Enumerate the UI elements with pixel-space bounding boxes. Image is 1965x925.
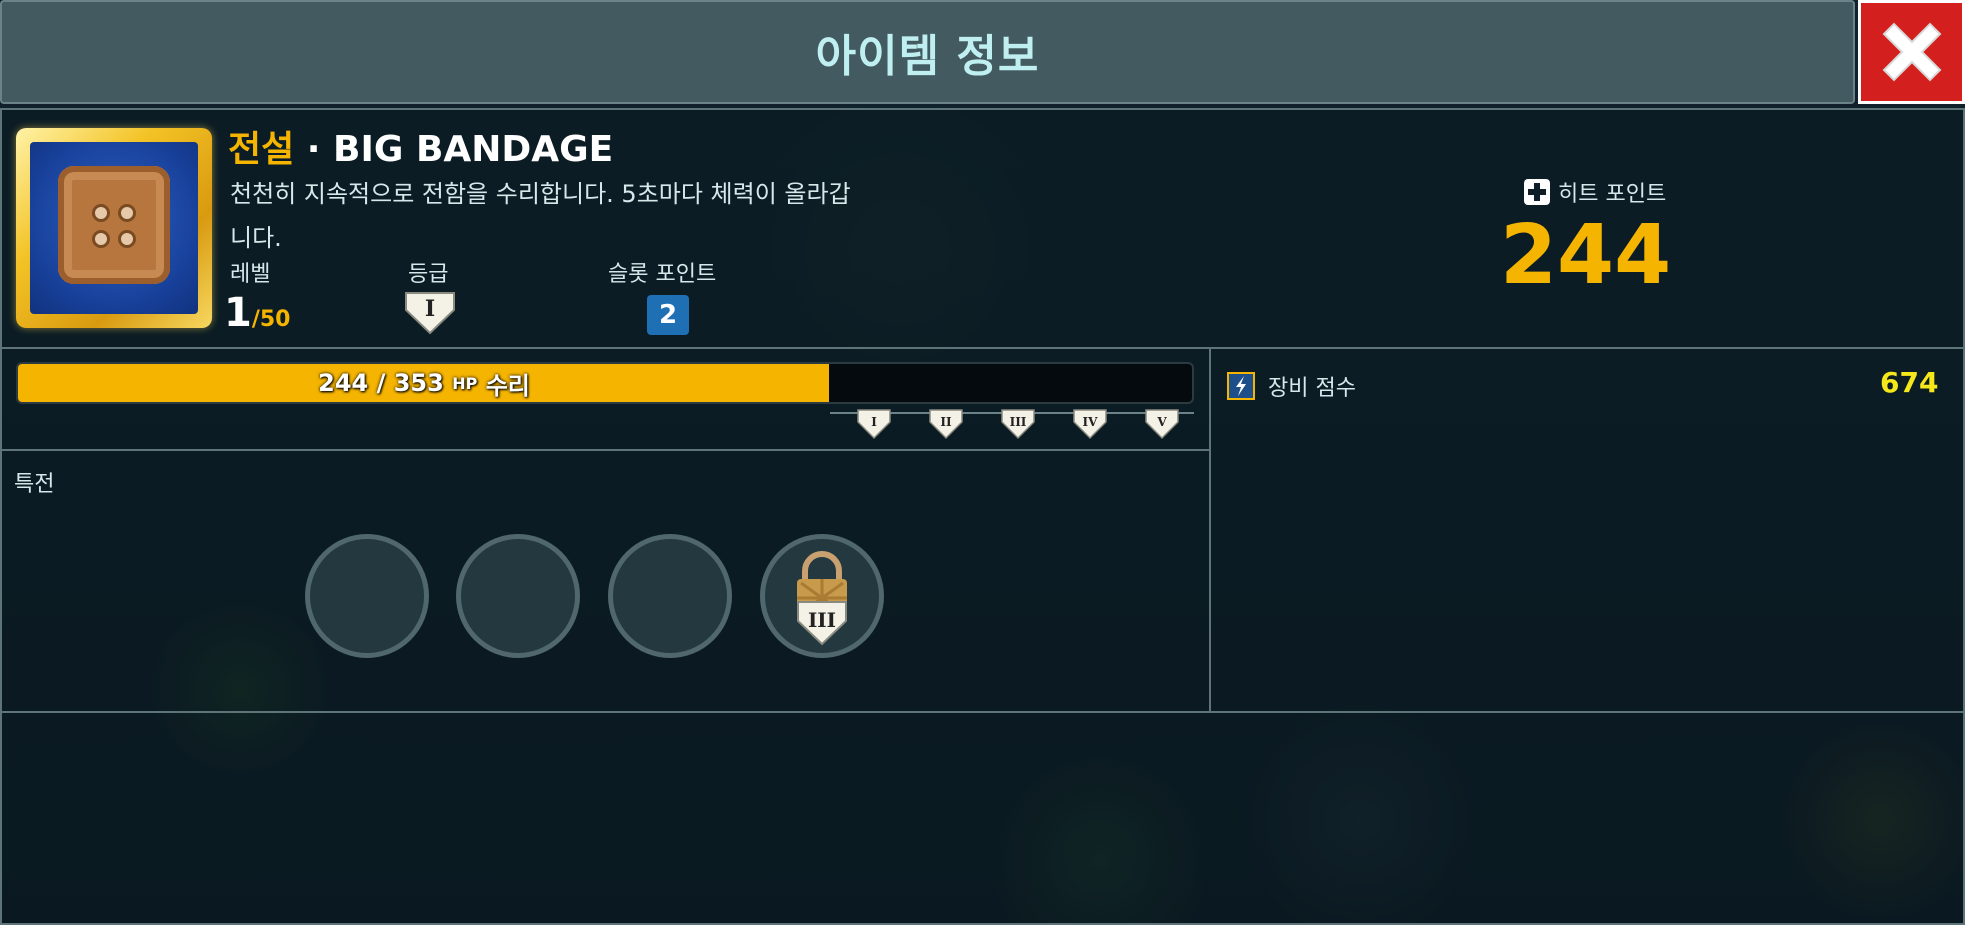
close-icon (1882, 22, 1941, 82)
item-title: 전설 · BIG BANDAGE (228, 120, 613, 172)
repair-progress-text: 244 / 353 HP 수리 (18, 364, 830, 402)
repair-action: 수리 (485, 371, 530, 400)
tier-marker-label: V (1156, 415, 1167, 429)
tier-marker-icon: I (857, 409, 891, 440)
perk-slot-empty[interactable] (305, 534, 429, 658)
grade-badge-icon: I (405, 292, 455, 335)
perk-slot-empty[interactable] (456, 534, 580, 658)
hit-points-value: 244 (1500, 208, 1672, 303)
unlock-grade-text: III (808, 608, 836, 632)
lightning-icon (1227, 372, 1255, 400)
tier-marker-label: I (871, 415, 877, 429)
divider (0, 449, 1210, 451)
bandage-icon (58, 166, 170, 284)
title-bar: 아이템 정보 (0, 0, 1855, 104)
hp-unit: HP (452, 373, 478, 393)
level-value: 1/50 (224, 290, 291, 336)
divider (0, 347, 1965, 349)
item-rarity: 전설 (228, 129, 295, 170)
slot-points-badge: 2 (647, 295, 689, 335)
divider (1209, 347, 1211, 711)
tier-markers: I II III IV V (830, 408, 1194, 440)
repair-progress-bar: 244 / 353 HP 수리 (16, 362, 1194, 404)
level-max: /50 (251, 307, 291, 332)
level-label: 레벨 (230, 262, 271, 287)
item-icon (16, 128, 212, 328)
tier-marker-icon: IV (1073, 409, 1107, 440)
item-name: BIG BANDAGE (333, 129, 614, 170)
equipment-score-value: 674 (1880, 366, 1939, 399)
tier-marker-icon: II (929, 409, 963, 440)
close-button[interactable] (1858, 0, 1965, 104)
hp-current: 244 (318, 369, 369, 397)
slot-points-label: 슬롯 포인트 (608, 262, 717, 287)
tier-marker-label: III (1010, 415, 1027, 429)
equipment-score-label: 장비 점수 (1268, 376, 1356, 401)
level-current: 1 (224, 290, 252, 336)
tier-marker-icon: III (1001, 409, 1035, 440)
page-title: 아이템 정보 (815, 31, 1040, 82)
perk-slot-empty[interactable] (608, 534, 732, 658)
grade-badge-text: I (425, 296, 435, 322)
plus-cross-icon (1524, 179, 1550, 205)
hp-sep: / (368, 369, 394, 397)
tier-marker-label: II (940, 415, 952, 429)
perk-slot-locked[interactable]: III (760, 534, 884, 658)
tier-marker-label: IV (1083, 415, 1099, 429)
grade-label: 등급 (408, 262, 449, 287)
hit-points-label: 히트 포인트 (1524, 176, 1666, 208)
hit-points-label-text: 히트 포인트 (1558, 182, 1667, 207)
divider (0, 711, 1965, 713)
unlock-grade-badge-icon: III (797, 601, 847, 646)
tier-marker-icon: V (1145, 409, 1179, 440)
hp-max: 353 (393, 369, 444, 397)
item-description: 천천히 지속적으로 전함을 수리합니다. 5초마다 체력이 올라갑니다. (230, 180, 851, 252)
title-separator: · (306, 129, 321, 170)
perks-label: 특전 (14, 472, 55, 497)
